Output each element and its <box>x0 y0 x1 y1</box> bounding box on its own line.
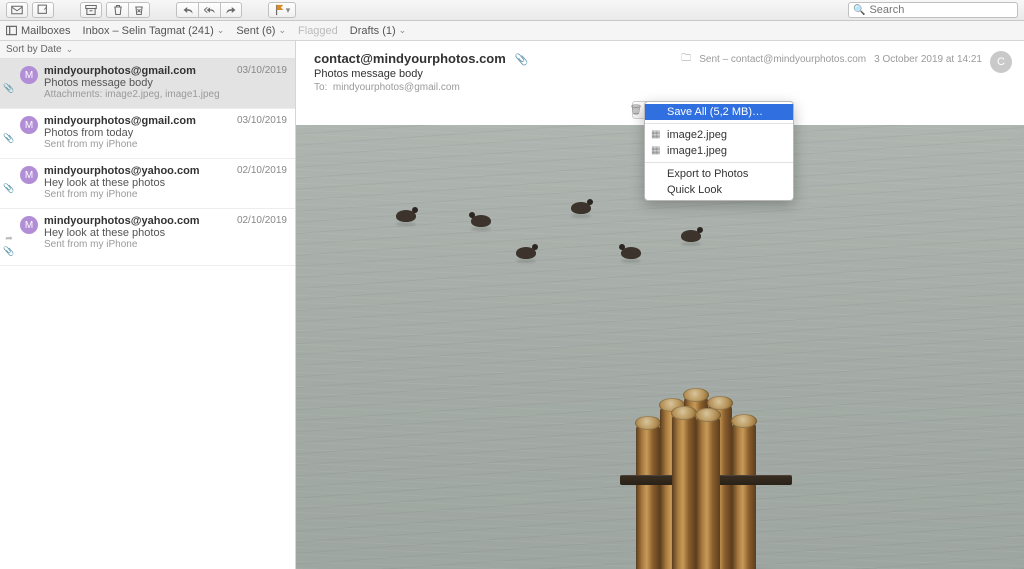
flag-button[interactable]: ▾ <box>268 2 296 18</box>
list-item[interactable]: 📎 M mindyourphotos@yahoo.com Hey look at… <box>0 159 295 209</box>
mailboxes-button[interactable]: Mailboxes <box>6 25 71 37</box>
wooden-piles-decoration <box>626 390 786 569</box>
msg-date: 02/10/2019 <box>237 165 287 176</box>
msg-date: 03/10/2019 <box>237 115 287 126</box>
image-icon: ▦ <box>651 145 660 156</box>
attachment-icon: 📎 <box>3 83 14 94</box>
junk-button[interactable] <box>128 2 150 18</box>
trash-icon <box>112 4 124 16</box>
main-toolbar: ▾ 🔍 <box>0 0 1024 21</box>
reply-group <box>176 2 242 18</box>
list-item[interactable]: ➦📎 M mindyourphotos@yahoo.com Hey look a… <box>0 209 295 266</box>
search-icon: 🔍 <box>853 5 865 16</box>
folder-icon: 🗀 <box>681 51 691 68</box>
reply-icon <box>182 4 194 16</box>
gutter-icons: 📎 <box>4 115 14 150</box>
sidebar-icon <box>6 25 17 36</box>
to-label: To: <box>314 82 327 93</box>
attachment-icon: 📎 <box>3 246 14 257</box>
sort-bar[interactable]: Sort by Date ⌄ <box>0 41 295 59</box>
msg-subject: Hey look at these photos <box>44 177 287 189</box>
reader-date: 3 October 2019 at 14:21 <box>874 54 982 65</box>
msg-preview: Sent from my iPhone <box>44 239 287 250</box>
search-input[interactable] <box>869 4 1013 16</box>
mailboxes-label: Mailboxes <box>21 25 71 37</box>
dd-file[interactable]: ▦image2.jpeg <box>645 127 793 143</box>
msg-preview: Sent from my iPhone <box>44 189 287 200</box>
dd-save-all[interactable]: Save All (5,2 MB)… <box>645 104 793 120</box>
chevron-down-icon: ⌄ <box>217 25 225 36</box>
dd-quicklook[interactable]: Quick Look <box>645 182 793 198</box>
fav-inbox[interactable]: Inbox – Selin Tagmat (241)⌄ <box>83 25 225 37</box>
delete-button[interactable] <box>106 2 128 18</box>
list-item[interactable]: 📎 M mindyourphotos@gmail.com Photos from… <box>0 109 295 159</box>
archive-icon <box>85 4 97 16</box>
message-list-pane: Sort by Date ⌄ 📎 M mindyourphotos@gmail.… <box>0 41 296 569</box>
chevron-down-icon: ⌄ <box>399 25 407 36</box>
dd-export[interactable]: Export to Photos <box>645 166 793 182</box>
forward-icon <box>225 4 237 16</box>
image-icon: ▦ <box>651 129 660 140</box>
delete-group <box>106 2 150 18</box>
msg-preview: Sent from my iPhone <box>44 139 287 150</box>
attachment-icon: 📎 <box>515 54 529 66</box>
reader-pane: contact@mindyourphotos.com 📎 Photos mess… <box>296 41 1024 569</box>
reader-header: contact@mindyourphotos.com 📎 Photos mess… <box>296 41 1024 125</box>
reader-subject: Photos message body <box>314 68 1010 80</box>
reply-all-button[interactable] <box>198 2 220 18</box>
msg-subject: Photos message body <box>44 77 287 89</box>
fav-flagged[interactable]: Flagged <box>298 25 338 37</box>
avatar: M <box>20 116 38 134</box>
forward-button[interactable] <box>220 2 242 18</box>
attachment-icon: 📎 <box>3 183 14 194</box>
chevron-down-icon: ⌄ <box>278 25 286 36</box>
junk-icon <box>133 4 145 16</box>
sent-icon: ➦ <box>5 233 13 244</box>
gutter-icons: ➦📎 <box>4 215 14 257</box>
attachment-dropdown: Save All (5,2 MB)… ▦image2.jpeg ▦image1.… <box>644 101 794 201</box>
to-value: mindyourphotos@gmail.com <box>333 82 460 93</box>
msg-subject: Hey look at these photos <box>44 227 287 239</box>
reply-button[interactable] <box>176 2 198 18</box>
attachment-icon: 📎 <box>3 133 14 144</box>
avatar: M <box>20 216 38 234</box>
reader-folder: Sent – contact@mindyourphotos.com <box>699 54 866 65</box>
fav-sent[interactable]: Sent (6)⌄ <box>236 25 286 37</box>
dd-file[interactable]: ▦image1.jpeg <box>645 143 793 159</box>
msg-subject: Photos from today <box>44 127 287 139</box>
compose-icon <box>37 4 49 16</box>
chevron-down-icon: ⌄ <box>66 44 74 55</box>
gutter-icons: 📎 <box>4 65 14 100</box>
reader-avatar: C <box>990 51 1012 73</box>
msg-date: 02/10/2019 <box>237 215 287 226</box>
search-field[interactable]: 🔍 <box>848 2 1018 18</box>
reader-from: contact@mindyourphotos.com <box>314 51 506 66</box>
compose-button[interactable] <box>32 2 54 18</box>
favorites-bar: Mailboxes Inbox – Selin Tagmat (241)⌄ Se… <box>0 21 1024 41</box>
msg-preview: Attachments: image2.jpeg, image1.jpeg <box>44 89 287 100</box>
trash-icon[interactable]: 🗑 <box>630 105 643 116</box>
fav-drafts[interactable]: Drafts (1)⌄ <box>350 25 406 37</box>
avatar: M <box>20 166 38 184</box>
envelope-icon <box>11 4 23 16</box>
list-item[interactable]: 📎 M mindyourphotos@gmail.com Photos mess… <box>0 59 295 109</box>
sort-label: Sort by Date <box>6 44 62 55</box>
reply-all-icon <box>204 4 216 16</box>
archive-button[interactable] <box>80 2 102 18</box>
chevron-down-icon: ▾ <box>286 5 291 16</box>
flag-icon <box>274 4 286 16</box>
gutter-icons: 📎 <box>4 165 14 200</box>
get-mail-button[interactable] <box>6 2 28 18</box>
avatar: M <box>20 66 38 84</box>
msg-date: 03/10/2019 <box>237 65 287 76</box>
